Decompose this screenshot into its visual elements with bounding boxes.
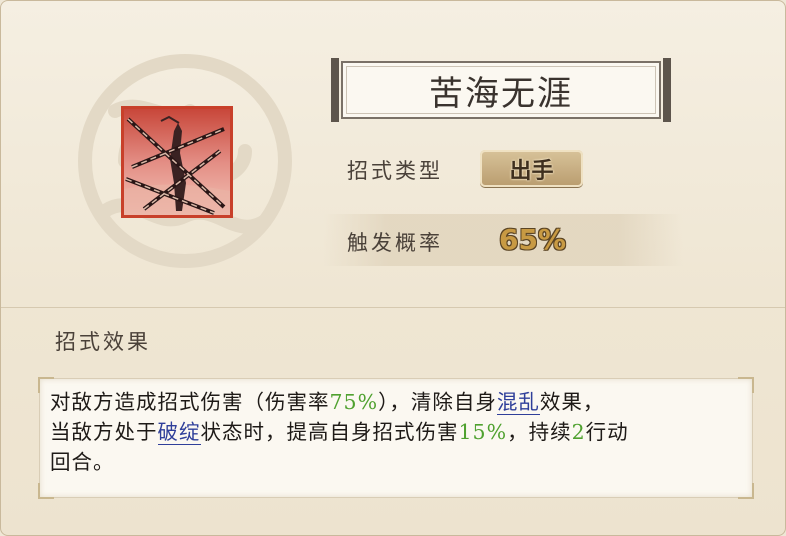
effect-text: 当敌方处于 <box>50 420 158 444</box>
probability-label: 触发概率 <box>347 231 443 255</box>
effect-description-box: 对敌方造成招式伤害（伤害率75%），清除自身混乱效果， 当敌方处于破绽状态时，提… <box>38 377 754 499</box>
title-frame-right-bar <box>663 58 671 122</box>
damage-bonus-value: 15% <box>458 420 508 444</box>
type-value: 出手 <box>509 157 554 184</box>
type-badge: 出手 <box>480 150 583 187</box>
duration-value: 2 <box>571 420 586 444</box>
damage-rate-value: 75% <box>329 390 379 414</box>
type-label: 招式类型 <box>347 159 443 183</box>
effect-description: 对敌方造成招式伤害（伤害率75%），清除自身混乱效果， 当敌方处于破绽状态时，提… <box>50 387 742 477</box>
effect-text: 对敌方造成招式伤害（伤害率 <box>50 390 330 414</box>
effect-text: 行动 <box>585 420 629 444</box>
effect-line-2: 当敌方处于破绽状态时，提高自身招式伤害15%，持续2行动 <box>50 417 742 447</box>
effect-text: 效果， <box>539 390 605 414</box>
skill-title-frame: 苦海无涯 <box>331 58 671 122</box>
chained-warrior-icon <box>124 109 230 215</box>
effect-text: ，持续 <box>507 420 572 444</box>
keyword-confusion-link[interactable]: 混乱 <box>496 390 540 415</box>
title-frame-left-bar <box>331 58 339 122</box>
skill-name: 苦海无涯 <box>429 73 573 114</box>
corner-ornament <box>738 483 754 499</box>
effect-text: ），清除自身 <box>378 390 497 414</box>
effect-line-3: 回合。 <box>50 450 115 474</box>
effect-text: 状态时，提高自身招式伤害 <box>200 420 459 444</box>
effect-line-1: 对敌方造成招式伤害（伤害率75%），清除自身混乱效果， <box>50 387 742 417</box>
effect-heading: 招式效果 <box>55 330 151 354</box>
skill-icon <box>121 106 233 218</box>
probability-value: 65% <box>499 223 567 256</box>
corner-ornament <box>38 483 54 499</box>
skill-detail-panel: 苦海无涯 招式类型 出手 触发概率 65% 招式效果 对敌方造成招式伤害（伤害率… <box>0 0 786 536</box>
section-divider <box>1 307 785 308</box>
title-box: 苦海无涯 <box>341 61 661 119</box>
keyword-flaw-link[interactable]: 破绽 <box>157 420 201 445</box>
